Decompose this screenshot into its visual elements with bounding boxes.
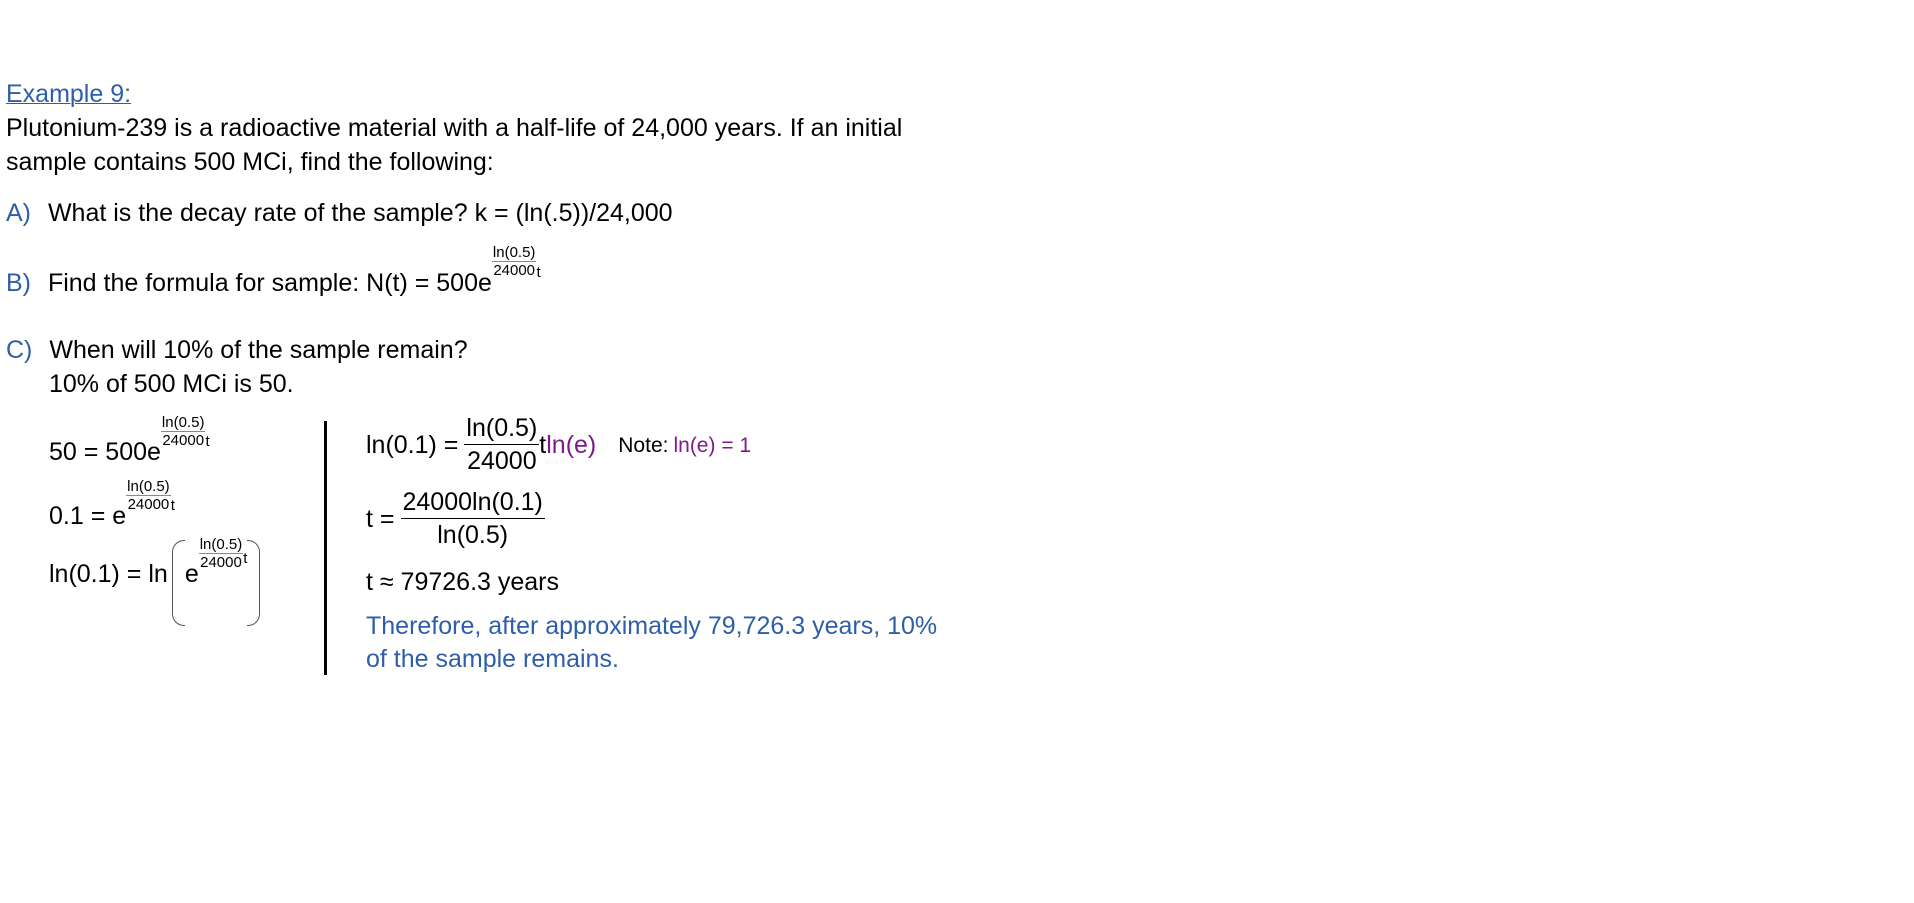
step-3: ln(0.1) = ln e ln(0.5) 24000 t bbox=[49, 536, 261, 626]
problem-line-2: sample contains 500 MCi, find the follow… bbox=[6, 148, 494, 176]
problem-line-1: Plutonium-239 is a radioactive material … bbox=[6, 114, 903, 142]
right-step-2: t = 24000ln(0.1) ln(0.5) bbox=[366, 488, 545, 549]
note-label: Note: bbox=[618, 433, 669, 457]
part-c-text: When will 10% of the sample remain? bbox=[49, 336, 468, 364]
fraction: ln(0.5) 24000 bbox=[464, 414, 540, 475]
note-value: ln(e) = 1 bbox=[673, 433, 752, 457]
conclusion-line-1: Therefore, after approximately 79,726.3 … bbox=[366, 612, 938, 640]
step-2: 0.1 = e ln(0.5) 24000 t bbox=[49, 478, 175, 530]
part-b-exponent: ln(0.5) 24000 bbox=[491, 244, 537, 279]
right-paren bbox=[247, 540, 261, 626]
part-c-sub: 10% of 500 MCi is 50. bbox=[49, 370, 294, 398]
part-b-text: Find the formula for sample: N(t) = 500e bbox=[47, 269, 492, 297]
step-3-exponent: ln(0.5) 24000 bbox=[198, 536, 244, 571]
step-2-exponent: ln(0.5) 24000 bbox=[126, 478, 171, 513]
step-1: 50 = 500e ln(0.5) 24000 t bbox=[49, 414, 210, 466]
part-c: C) When will 10% of the sample remain? bbox=[6, 338, 468, 363]
example-heading: Example 9: bbox=[6, 80, 132, 108]
part-a-label: A) bbox=[6, 199, 31, 227]
right-step-3: t ≈ 79726.3 years bbox=[366, 568, 560, 596]
right-step-1: ln(0.1) = ln(0.5) 24000 t ln(e) Note: ln(e… bbox=[366, 414, 752, 475]
part-a: A) What is the decay rate of the sample?… bbox=[6, 201, 673, 226]
fraction: 24000ln(0.1) ln(0.5) bbox=[400, 488, 545, 549]
step-1-exponent: ln(0.5) 24000 bbox=[160, 414, 206, 449]
part-b: B) Find the formula for sample: N(t) = 5… bbox=[6, 244, 541, 297]
part-b-label: B) bbox=[6, 269, 31, 297]
left-paren bbox=[171, 540, 185, 626]
part-a-text: What is the decay rate of the sample? k … bbox=[47, 199, 673, 227]
divider-line bbox=[324, 421, 327, 675]
conclusion-line-2: of the sample remains. bbox=[366, 645, 619, 673]
part-c-label: C) bbox=[6, 336, 33, 364]
